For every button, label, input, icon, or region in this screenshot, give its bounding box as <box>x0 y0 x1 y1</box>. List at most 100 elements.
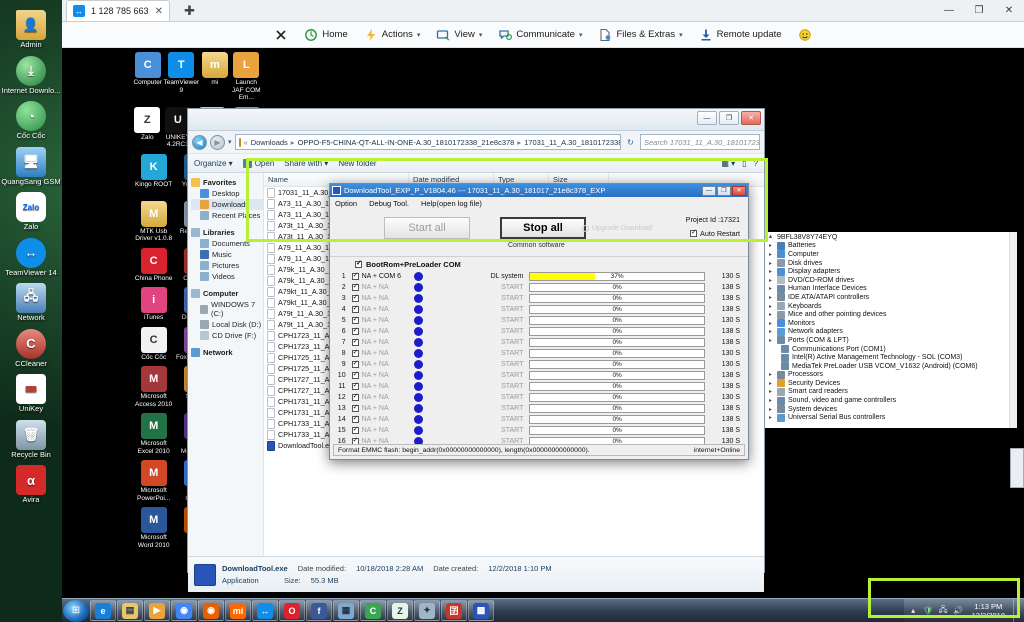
port-row[interactable]: 5 NA + NA START 0% 130 S <box>330 315 744 326</box>
open-button[interactable]: Open <box>242 158 274 168</box>
nav-group-header[interactable]: Favorites <box>191 178 263 187</box>
expand-icon[interactable]: ▸ <box>767 380 774 387</box>
nav-item-videos[interactable]: Videos <box>191 271 263 282</box>
breadcrumb-segment[interactable]: OPPO-F5-CHINA-QT-ALL-IN-ONE-A.30_1810172… <box>298 138 515 147</box>
port-row[interactable]: 2 NA + NA START 0% 138 S <box>330 282 744 293</box>
remote-desktop-icon[interactable]: m mi <box>199 52 230 102</box>
menu-help[interactable]: Help(open log file) <box>421 199 482 208</box>
communicate-menu-button[interactable]: Communicate ▾ <box>491 25 589 45</box>
nav-item-desktop[interactable]: Desktop <box>191 188 263 199</box>
port-row[interactable]: 4 NA + NA START 0% 138 S <box>330 304 744 315</box>
maximize-button[interactable]: ❐ <box>719 111 739 125</box>
new-tab-button[interactable]: ✚ <box>178 3 201 21</box>
port-checkbox[interactable]: NA + NA <box>351 359 403 368</box>
remote-desktop-icon[interactable]: C Cốc Cốc <box>132 326 175 362</box>
nav-item-windows-7-c[interactable]: WINDOWS 7 (C:) <box>191 299 263 319</box>
upgrade-download-radio[interactable]: Upgrade Download <box>582 225 652 232</box>
maximize-button[interactable]: ❐ <box>964 5 994 16</box>
port-checkbox[interactable]: NA + NA <box>351 337 403 346</box>
remote-desktop-icon[interactable]: i iTunes <box>132 287 175 322</box>
desktop-icon[interactable]: C CCleaner <box>1 328 61 369</box>
expand-icon[interactable]: ▸ <box>767 251 774 258</box>
nav-group-header[interactable]: Libraries <box>191 228 263 237</box>
view-menu-button[interactable]: View ▾ <box>429 25 489 45</box>
port-checkbox[interactable]: NA + NA <box>351 326 403 335</box>
nav-item-downloads[interactable]: Downloads <box>191 199 263 210</box>
device-node[interactable]: ▸ IDE ATA/ATAPI controllers <box>767 293 1017 302</box>
expand-icon[interactable]: ▸ <box>767 260 774 267</box>
stop-all-button[interactable]: Stop all <box>500 217 586 239</box>
taskbar-button[interactable]: ◉ <box>198 600 224 621</box>
nav-item-recent-places[interactable]: Recent Places <box>191 210 263 221</box>
port-row[interactable]: 13 NA + NA START 0% 138 S <box>330 403 744 414</box>
device-node[interactable]: ▸ Network adapters <box>767 327 1017 337</box>
port-checkbox[interactable]: NA + NA <box>351 282 403 291</box>
close-button[interactable]: ✕ <box>732 185 746 196</box>
remote-desktop-icon[interactable]: K Kingo ROOT <box>132 153 175 196</box>
desktop-icon[interactable]: ⤓ Internet Downlo... <box>1 55 61 96</box>
device-node[interactable]: ▸ Mice and other pointing devices <box>767 310 1017 319</box>
port-row[interactable]: 15 NA + NA START 0% 138 S <box>330 425 744 436</box>
remote-desktop-icon[interactable]: Z Zalo <box>132 106 163 149</box>
show-desktop-button[interactable] <box>1013 598 1020 622</box>
expand-icon[interactable]: ▸ <box>767 406 774 413</box>
remote-desktop-icon[interactable]: M Microsoft Word 2010 <box>132 507 175 549</box>
smiley-button[interactable] <box>791 25 819 45</box>
port-row[interactable]: 10 NA + NA START 0% 138 S <box>330 370 744 381</box>
desktop-icon[interactable]: 🖧 Network <box>1 283 61 323</box>
breadcrumb-segment[interactable]: 17031_11_A.30_1810172338_21e8c378_EXP <box>524 138 620 147</box>
taskbar-button[interactable]: O <box>279 600 305 621</box>
nav-item-documents[interactable]: Documents <box>191 238 263 249</box>
desktop-icon[interactable]: ⌨ UniKey <box>1 374 61 414</box>
close-session-button[interactable] <box>267 25 295 45</box>
nav-item-music[interactable]: Music <box>191 249 263 260</box>
actions-menu-button[interactable]: Actions ▾ <box>357 25 428 45</box>
device-node[interactable]: MediaTek PreLoader USB VCOM_V1632 (Andro… <box>767 362 1017 371</box>
nav-group-header[interactable]: Network <box>191 348 263 357</box>
device-node[interactable]: ▸ Human Interface Devices <box>767 284 1017 294</box>
remote-update-button[interactable]: Remote update <box>692 25 789 45</box>
device-node[interactable]: ▸ Computer <box>767 250 1017 259</box>
taskbar-button[interactable]: ✦ <box>414 600 440 621</box>
port-row[interactable]: 9 NA + NA START 0% 130 S <box>330 359 744 370</box>
close-button[interactable]: ✕ <box>741 111 761 125</box>
share-with-menu[interactable]: Share with ▾ <box>284 159 328 168</box>
port-row[interactable]: 12 NA + NA START 0% 130 S <box>330 392 744 403</box>
taskbar-button[interactable]: ↔ <box>252 600 278 621</box>
expand-icon[interactable]: ▸ <box>767 388 774 395</box>
desktop-icon[interactable]: ◔ Cốc Cốc <box>1 101 61 141</box>
volume-icon[interactable]: 🔊 <box>953 605 964 616</box>
expand-icon[interactable]: ▸ <box>767 311 774 318</box>
files-extras-menu-button[interactable]: Files & Extras ▾ <box>591 25 689 45</box>
port-checkbox[interactable]: NA + NA <box>351 392 403 401</box>
device-node[interactable]: ▸ DVD/CD-ROM drives <box>767 276 1017 285</box>
minimize-button[interactable]: — <box>702 185 716 196</box>
taskbar-button[interactable]: Z <box>387 600 413 621</box>
desktop-icon[interactable]: Zalo Zalo <box>1 192 61 232</box>
port-row[interactable]: 1 NA + COM 6 DL system 37% 130 S <box>330 271 744 282</box>
taskbar-button[interactable]: ▦ <box>333 600 359 621</box>
taskbar-button[interactable]: ▤ <box>117 600 143 621</box>
expand-icon[interactable]: ▸ <box>767 337 774 344</box>
port-row[interactable]: 11 NA + NA START 0% 138 S <box>330 381 744 392</box>
taskbar-button[interactable]: C <box>360 600 386 621</box>
device-node[interactable]: Intel(R) Active Management Technology - … <box>767 353 1017 362</box>
device-node[interactable]: ▸ Disk drives <box>767 259 1017 268</box>
port-checkbox[interactable]: NA + NA <box>351 381 403 390</box>
port-row[interactable]: 8 NA + NA START 0% 130 S <box>330 348 744 359</box>
organize-menu[interactable]: Organize ▾ <box>194 159 233 168</box>
start-all-button[interactable]: Start all <box>384 217 470 239</box>
port-row[interactable]: 7 NA + NA START 0% 138 S <box>330 337 744 348</box>
address-input[interactable]: « Downloads ▸ OPPO-F5-CHINA-QT-ALL-IN-ON… <box>234 134 621 150</box>
network-icon[interactable]: 🖧 <box>938 605 949 616</box>
search-input[interactable]: Search 17031_11_A.30_1810172338_21... 🔍 <box>640 134 760 150</box>
nav-item-pictures[interactable]: Pictures <box>191 260 263 271</box>
forward-button[interactable]: ▶ <box>210 134 225 150</box>
port-row[interactable]: 6 NA + NA START 0% 138 S <box>330 326 744 337</box>
device-node[interactable]: ▸ Batteries <box>767 241 1017 251</box>
view-layout-icon[interactable]: ▦ ▾ <box>721 159 735 168</box>
port-checkbox[interactable]: NA + NA <box>351 293 403 302</box>
bootrom-preloader-row[interactable]: BootRom+PreLoader COM <box>330 257 748 271</box>
device-node[interactable]: ▸ Processors <box>767 370 1017 380</box>
help-icon[interactable]: ? <box>754 159 758 168</box>
